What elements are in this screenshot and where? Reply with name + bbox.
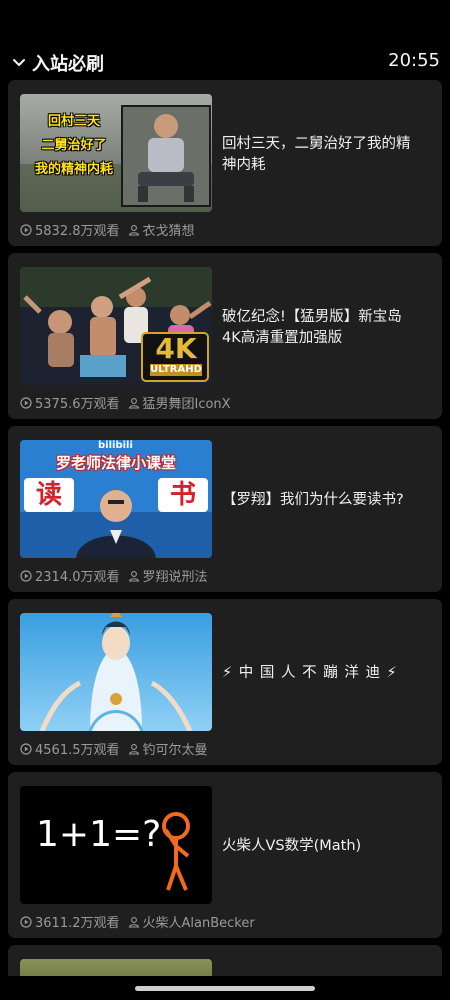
video-card[interactable]: 4K ULTRAHD 破亿纪念!【猛男版】新宝岛 4K高清重置加强版 5375.… [8, 253, 442, 419]
video-meta: 5375.6万观看 猛男舞团IconX [20, 393, 231, 412]
video-list: 回村三天 二舅治好了 我的精神内耗 回村三天，二舅治好了我的精神内耗 5832.… [8, 80, 442, 985]
thumbnail-text: 书 [169, 480, 196, 510]
view-count: 2314.0万观看 [35, 570, 120, 585]
play-circle-icon [20, 915, 32, 928]
video-thumbnail: 回村三天 二舅治好了 我的精神内耗 [20, 94, 212, 212]
thumbnail-equation: 1+1=? [36, 814, 162, 855]
video-title: 火柴人VS数学(Math) [222, 838, 362, 854]
video-title: 【罗翔】我们为什么要读书? [222, 492, 404, 508]
thumbnail-badge: 4K [155, 332, 197, 365]
author-name[interactable]: 猛男舞团IconX [143, 393, 231, 412]
author-name[interactable]: 钓可尔太曼 [143, 739, 208, 758]
video-thumbnail: 4K ULTRAHD [20, 267, 212, 385]
clock: 20:55 [388, 50, 440, 71]
user-icon [128, 224, 139, 236]
thumbnail-badge-sub: ULTRAHD [150, 364, 202, 376]
bilibili-logo: bilibili [98, 440, 133, 451]
thumbnail-text: 读 [35, 480, 62, 510]
video-thumbnail: 1+1=? [20, 786, 212, 904]
header: 入站必刷 20:55 [0, 44, 450, 78]
page-title: 入站必刷 [32, 54, 104, 75]
video-card[interactable]: 1+1=? 火柴人VS数学(Math) 3611.2万观看 火柴人AlanBec… [8, 772, 442, 938]
thumbnail-text: 二舅治好了 [41, 138, 107, 153]
play-circle-icon [20, 396, 32, 409]
back-button[interactable]: 入站必刷 [12, 50, 104, 76]
video-title: 回村三天，二舅治好了我的精神内耗 [222, 136, 411, 173]
home-indicator[interactable] [135, 986, 315, 991]
video-card[interactable]: 回村三天 二舅治好了 我的精神内耗 回村三天，二舅治好了我的精神内耗 5832.… [8, 80, 442, 246]
video-meta: 4561.5万观看 钓可尔太曼 [20, 739, 208, 758]
user-icon [128, 570, 139, 582]
view-count: 5832.8万观看 [35, 224, 120, 239]
author-name[interactable]: 衣戈猜想 [143, 220, 195, 239]
video-meta: 3611.2万观看 火柴人AlanBecker [20, 912, 255, 931]
video-title: 破亿纪念!【猛男版】新宝岛 4K高清重置加强版 [222, 309, 402, 346]
thumbnail-text: 我的精神内耗 [34, 162, 113, 177]
video-card[interactable]: ⚡ 中 国 人 不 蹦 洋 迪 ⚡ 4561.5万观看 钓可尔太曼 [8, 599, 442, 765]
play-circle-icon [20, 569, 32, 582]
thumbnail-banner: 罗老师法律小课堂 [55, 454, 176, 472]
video-meta: 5832.8万观看 衣戈猜想 [20, 220, 195, 239]
thumbnail-text: 回村三天 [47, 114, 100, 129]
video-thumbnail [20, 613, 212, 731]
video-meta: 2314.0万观看 罗翔说刑法 [20, 566, 208, 585]
view-count: 5375.6万观看 [35, 397, 120, 412]
video-card[interactable]: bilibili 罗老师法律小课堂 读 书 【罗翔】我们为什么要读书? 2314… [8, 426, 442, 592]
view-count: 3611.2万观看 [35, 916, 120, 931]
play-circle-icon [20, 742, 32, 755]
screen: 入站必刷 20:55 回村三天 二舅治好了 我的精神内耗 回村三天，二舅治好了我… [0, 0, 450, 1000]
video-thumbnail: bilibili 罗老师法律小课堂 读 书 [20, 440, 212, 558]
user-icon [128, 397, 139, 409]
user-icon [128, 743, 139, 755]
video-title: ⚡ 中 国 人 不 蹦 洋 迪 ⚡ [222, 665, 398, 681]
user-icon [128, 916, 139, 928]
play-circle-icon [20, 223, 32, 236]
author-name[interactable]: 火柴人AlanBecker [143, 912, 255, 931]
author-name[interactable]: 罗翔说刑法 [143, 566, 208, 585]
chevron-down-icon [13, 59, 25, 66]
view-count: 4561.5万观看 [35, 743, 120, 758]
